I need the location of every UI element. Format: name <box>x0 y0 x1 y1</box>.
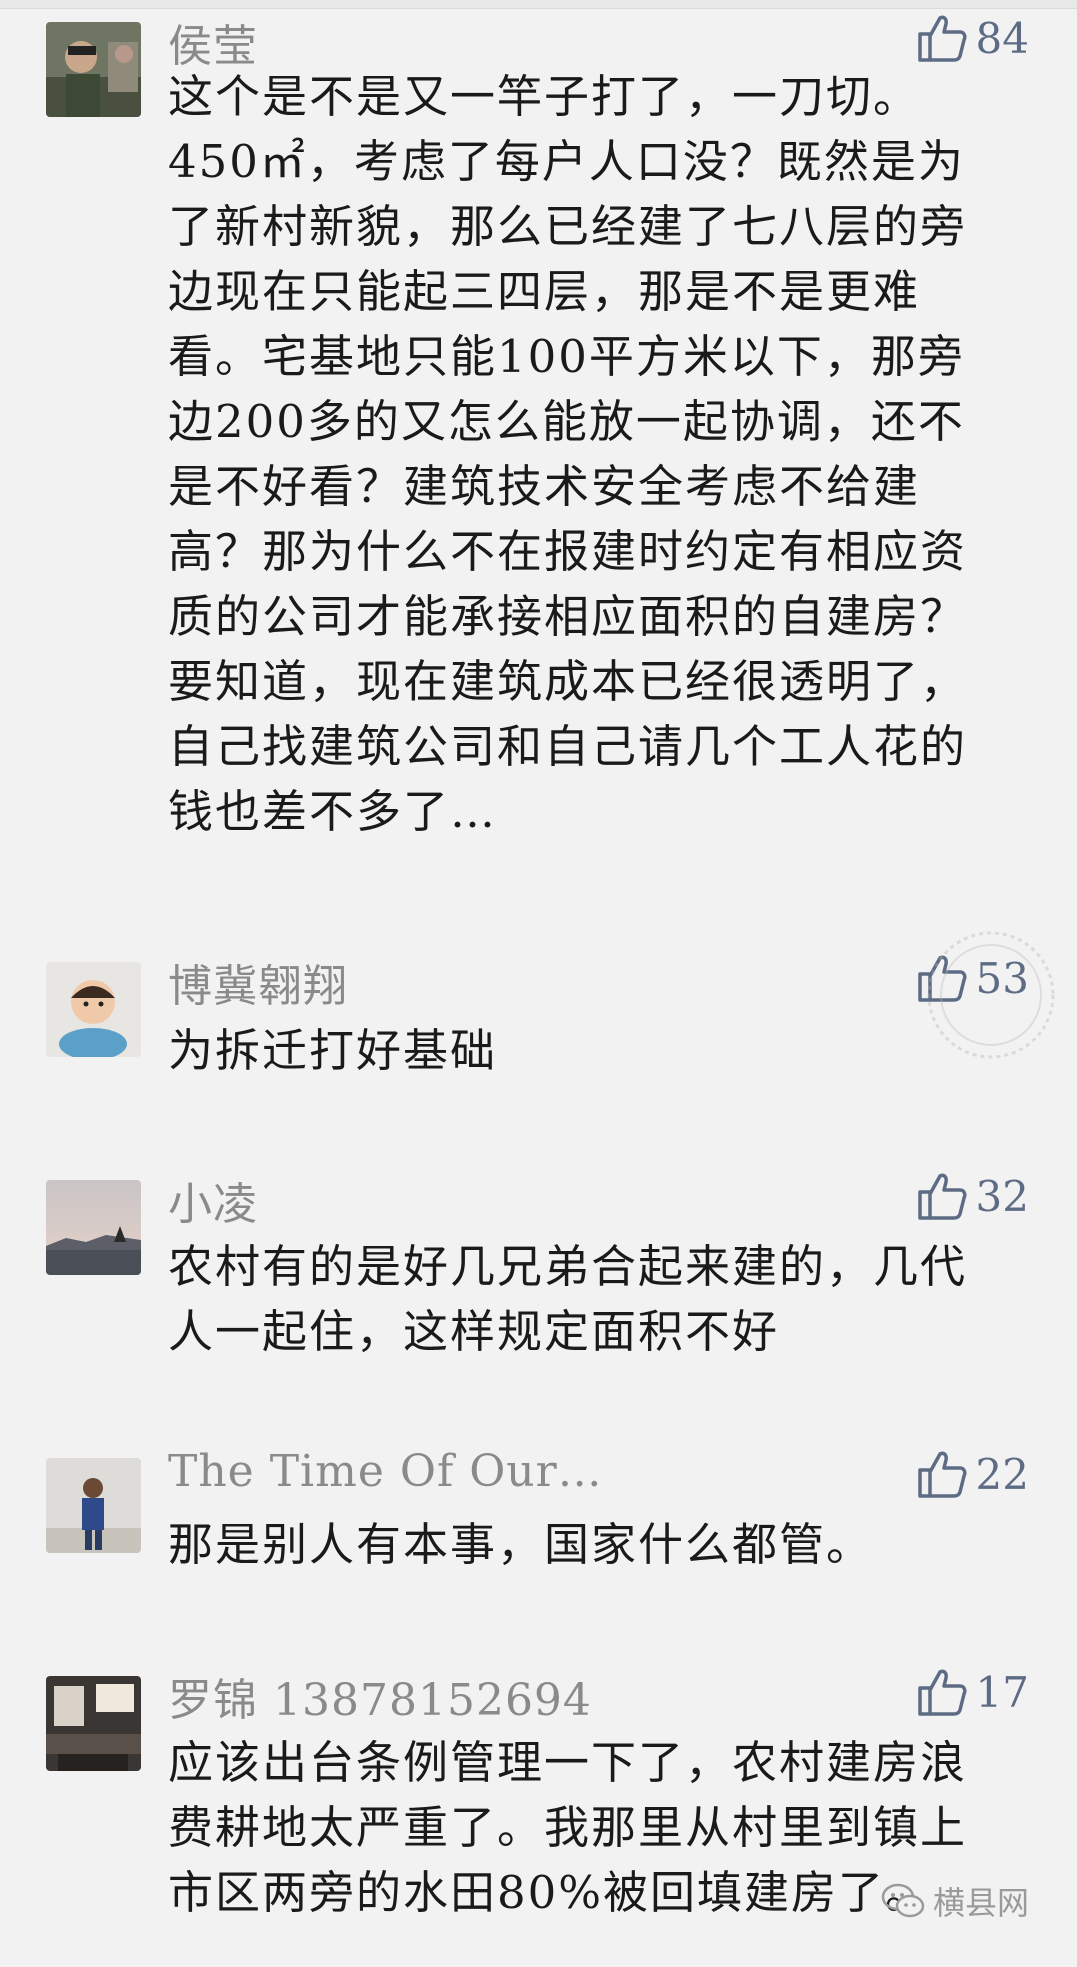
like-button[interactable]: 22 <box>916 1448 1029 1500</box>
like-count: 32 <box>975 1171 1029 1221</box>
like-button[interactable]: 32 <box>916 1170 1029 1222</box>
comment-line: 边现在只能起三四层，那是不是更难 <box>168 265 921 318</box>
avatar[interactable] <box>46 962 141 1057</box>
comment-line: 费耕地太严重了。我那里从村里到镇上 <box>168 1801 968 1854</box>
comment-line: 要知道，现在建筑成本已经很透明了， <box>168 655 968 708</box>
comment-line: 人一起住，这样规定面积不好 <box>168 1305 780 1358</box>
comment-line: 应该出台条例管理一下了，农村建房浪 <box>168 1736 968 1789</box>
thumbs-up-icon <box>917 1173 967 1220</box>
comment-line: 这个是不是又一竿子打了，一刀切。 <box>168 70 921 123</box>
comment-author: 小凌 <box>168 1179 258 1230</box>
comment-line: 钱也差不多了… <box>168 785 498 838</box>
top-divider <box>0 0 1077 9</box>
avatar[interactable] <box>46 1180 141 1275</box>
comment-line: 质的公司才能承接相应面积的自建房？ <box>168 590 968 643</box>
comment-text: 为拆迁打好基础 <box>168 1018 1038 1083</box>
wechat-icon <box>881 1883 925 1918</box>
comment-line: 为拆迁打好基础 <box>168 1024 498 1077</box>
brand-name: 横县网 <box>932 1884 1029 1922</box>
comment-text: 农村有的是好几兄弟合起来建的，几代 人一起住，这样规定面积不好 <box>168 1234 1038 1364</box>
comment-line: 高？那为什么不在报建时约定有相应资 <box>168 525 968 578</box>
avatar[interactable] <box>46 22 141 117</box>
avatar[interactable] <box>46 1458 141 1553</box>
comment-line: 那是别人有本事，国家什么都管。 <box>168 1518 874 1571</box>
comment-text: 那是别人有本事，国家什么都管。 <box>168 1512 1038 1577</box>
watermark-seal <box>927 931 1055 1059</box>
brand-label: 横县网 <box>881 1878 1029 1924</box>
thumbs-up-icon <box>917 1451 967 1498</box>
comment-line: 自己找建筑公司和自己请几个工人花的 <box>168 720 968 773</box>
comment-author: 博冀翱翔 <box>168 961 348 1012</box>
comment-author: The Time Of Our… <box>168 1446 603 1497</box>
like-count: 17 <box>975 1667 1029 1717</box>
comment-line: 了新村新貌，那么已经建了七八层的旁 <box>168 200 968 253</box>
like-count: 22 <box>975 1449 1029 1499</box>
thumbs-up-icon <box>917 1669 967 1716</box>
comment-text: 这个是不是又一竿子打了，一刀切。 450㎡，考虑了每户人口没？既然是为 了新村新… <box>168 64 1038 844</box>
comment-line: 看。宅基地只能100平方米以下，那旁 <box>168 330 965 383</box>
comment-line: 450㎡，考虑了每户人口没？既然是为 <box>168 135 965 188</box>
comment-line: 是不好看？建筑技术安全考虑不给建 <box>168 460 921 513</box>
avatar[interactable] <box>46 1676 141 1771</box>
like-button[interactable]: 84 <box>916 12 1029 64</box>
like-button[interactable]: 17 <box>916 1666 1029 1718</box>
like-count: 84 <box>975 13 1029 63</box>
thumbs-up-icon <box>917 15 967 62</box>
comment-author: 罗锦 13878152694 <box>168 1675 592 1726</box>
comment-line: 边200多的又怎么能放一起协调，还不 <box>168 395 965 448</box>
comment-line: 农村有的是好几兄弟合起来建的，几代 <box>168 1240 968 1293</box>
